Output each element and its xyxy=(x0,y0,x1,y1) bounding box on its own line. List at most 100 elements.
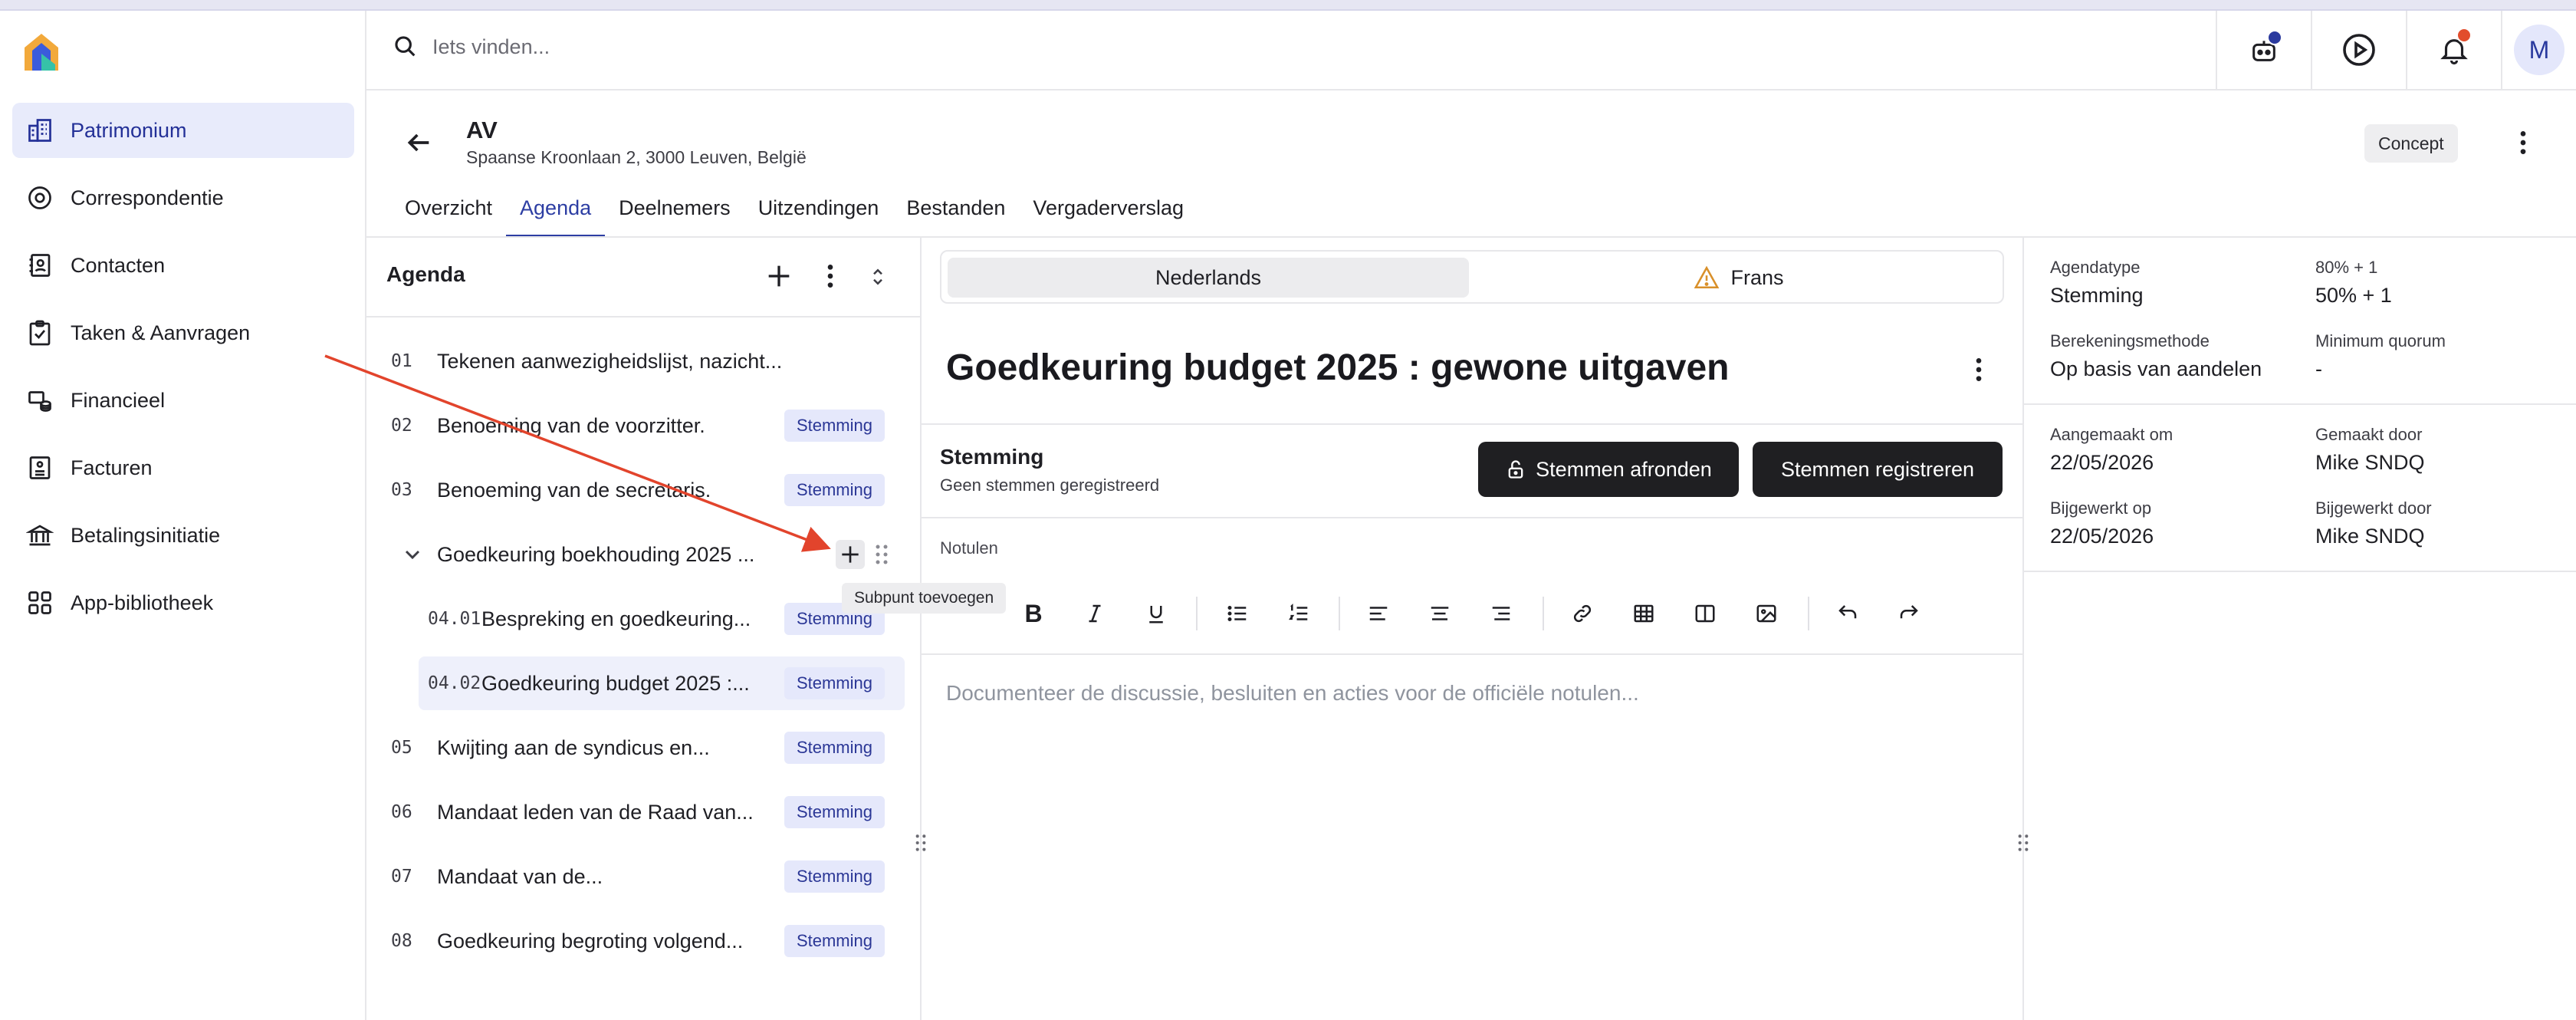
register-votes-button[interactable]: Stemmen registreren xyxy=(1753,442,2003,497)
language-label: Frans xyxy=(1730,265,1784,289)
agenda-panel-divider xyxy=(920,238,922,1020)
table-button[interactable] xyxy=(1622,591,1665,637)
tab-bestanden[interactable]: Bestanden xyxy=(892,184,1019,238)
image-icon xyxy=(1755,602,1778,625)
tab-bar: Overzicht Agenda Deelnemers Uitzendingen… xyxy=(391,184,1198,238)
agenda-item-number: 05 xyxy=(391,738,412,758)
redo-button[interactable] xyxy=(1888,591,1930,637)
agenda-item-number: 06 xyxy=(391,802,412,822)
language-tab-nederlands[interactable]: Nederlands xyxy=(948,258,1469,298)
bullet-list-icon xyxy=(1225,602,1250,625)
meta-method-value: Op basis van aandelen xyxy=(2050,357,2262,380)
panel-resize-handle[interactable] xyxy=(2016,833,2030,853)
meta-created-by-label: Gemaakt door xyxy=(2315,425,2423,444)
back-button[interactable] xyxy=(403,127,434,158)
kebab-icon xyxy=(2512,127,2535,158)
agenda-item[interactable]: 01 Tekenen aanwezigheidslijst, nazicht..… xyxy=(379,334,908,388)
sidebar-item-correspondentie[interactable]: Correspondentie xyxy=(12,170,354,225)
align-right-button[interactable] xyxy=(1480,591,1523,637)
panel-resize-handle[interactable] xyxy=(914,833,928,853)
agenda-item-title: Bespreking en goedkeuring... xyxy=(481,607,751,630)
tabs-divider xyxy=(366,236,2576,238)
meta-updated-by-label: Bijgewerkt door xyxy=(2315,498,2432,518)
agenda-item[interactable]: 02 Benoeming van de voorzitter. Stemming xyxy=(379,399,908,452)
sidebar-item-label: Taken & Aanvragen xyxy=(71,321,251,344)
notifications-button[interactable] xyxy=(2406,11,2501,89)
tab-vergaderverslag[interactable]: Vergaderverslag xyxy=(1019,184,1198,238)
agenda-item-title: Goedkeuring begroting volgend... xyxy=(437,929,744,953)
columns-button[interactable] xyxy=(1684,591,1727,637)
agenda-type-badge: Stemming xyxy=(784,732,885,764)
sidebar-item-financieel[interactable]: Financieel xyxy=(12,373,354,428)
agenda-type-badge: Stemming xyxy=(784,925,885,957)
lock-open-icon xyxy=(1505,458,1526,481)
add-agenda-item-button[interactable] xyxy=(764,261,794,291)
agenda-item[interactable]: 03 Benoeming van de secretaris. Stemming xyxy=(379,463,908,517)
finish-voting-button[interactable]: Stemmen afronden xyxy=(1478,442,1739,497)
add-subpoint-button[interactable] xyxy=(836,540,865,569)
tab-overzicht[interactable]: Overzicht xyxy=(391,184,506,238)
language-tab-frans[interactable]: Frans xyxy=(1478,258,1999,298)
search-bar xyxy=(393,34,1046,60)
underline-button[interactable] xyxy=(1135,591,1178,637)
columns-icon xyxy=(1694,602,1717,625)
sidebar-item-label: Facturen xyxy=(71,456,153,479)
arrow-left-icon xyxy=(403,127,434,158)
sidebar: Patrimonium Correspondentie Contacten Ta… xyxy=(0,11,366,1020)
align-left-button[interactable] xyxy=(1357,591,1400,637)
sidebar-item-facturen[interactable]: Facturen xyxy=(12,440,354,495)
agenda-subitem[interactable]: 04.01 Bespreking en goedkeuring... Stemm… xyxy=(419,592,905,646)
meta-majority-value: 50% + 1 xyxy=(2315,284,2392,307)
meta-created-label: Aangemaakt om xyxy=(2050,425,2174,444)
agenda-type-badge: Stemming xyxy=(784,667,885,699)
sidebar-item-app-bibliotheek[interactable]: App-bibliotheek xyxy=(12,575,354,630)
play-button[interactable] xyxy=(2311,11,2406,89)
notification-badge xyxy=(2456,28,2472,43)
link-button[interactable] xyxy=(1561,591,1604,637)
agenda-subitem-selected[interactable]: 04.02 Goedkeuring budget 2025 :... Stemm… xyxy=(419,656,905,710)
agenda-more-button[interactable] xyxy=(819,261,842,291)
sidebar-item-betalingsinitiatie[interactable]: Betalingsinitiatie xyxy=(12,508,354,563)
italic-button[interactable] xyxy=(1073,591,1116,637)
page-more-button[interactable] xyxy=(2512,127,2535,158)
sidebar-item-taken[interactable]: Taken & Aanvragen xyxy=(12,305,354,360)
undo-button[interactable] xyxy=(1826,591,1869,637)
agenda-item-number: 08 xyxy=(391,931,412,951)
expand-toggle[interactable] xyxy=(379,542,437,567)
sidebar-item-contacten[interactable]: Contacten xyxy=(12,238,354,293)
user-menu-button[interactable]: M xyxy=(2501,11,2576,89)
vote-section-label: Stemming xyxy=(940,445,1044,469)
notes-label: Notulen xyxy=(940,538,998,558)
meta-created-value: 22/05/2026 xyxy=(2050,451,2154,474)
bell-icon xyxy=(2438,28,2472,66)
status-badge: Concept xyxy=(2364,124,2458,163)
agenda-item-number: 07 xyxy=(391,867,412,887)
agenda-item-number: 04.02 xyxy=(428,673,481,693)
assistant-button[interactable] xyxy=(2216,11,2311,89)
agenda-item[interactable]: 07 Mandaat van de... Stemming xyxy=(379,850,908,903)
app-logo[interactable] xyxy=(21,31,61,74)
invoice-icon xyxy=(25,452,55,483)
item-more-button[interactable] xyxy=(1967,354,1990,385)
tab-uitzendingen[interactable]: Uitzendingen xyxy=(744,184,893,238)
numbered-list-button[interactable] xyxy=(1277,591,1320,637)
sidebar-item-patrimonium[interactable]: Patrimonium xyxy=(12,103,354,158)
align-center-button[interactable] xyxy=(1418,591,1461,637)
tab-deelnemers[interactable]: Deelnemers xyxy=(605,184,744,238)
robot-icon xyxy=(2249,30,2282,65)
agenda-item[interactable]: 05 Kwijting aan de syndicus en... Stemmi… xyxy=(379,721,908,775)
sidebar-item-label: Financieel xyxy=(71,388,166,412)
search-input[interactable] xyxy=(432,35,1046,59)
notes-editor[interactable]: Documenteer de discussie, besluiten en a… xyxy=(946,681,1639,706)
agenda-item[interactable]: 08 Goedkeuring begroting volgend... Stem… xyxy=(379,914,908,968)
drag-handle-icon[interactable] xyxy=(872,543,891,566)
agenda-item-group[interactable]: Goedkeuring boekhouding 2025 ... xyxy=(379,528,908,581)
tooltip: Subpunt toevoegen xyxy=(842,583,1007,614)
agenda-item[interactable]: 06 Mandaat leden van de Raad van... Stem… xyxy=(379,785,908,839)
tab-agenda[interactable]: Agenda xyxy=(506,184,606,238)
bullet-list-button[interactable] xyxy=(1216,591,1259,637)
bold-button[interactable]: B xyxy=(1012,591,1055,637)
image-button[interactable] xyxy=(1745,591,1788,637)
agenda-collapse-button[interactable] xyxy=(866,264,889,290)
agenda-item-title: Mandaat van de... xyxy=(437,864,603,888)
